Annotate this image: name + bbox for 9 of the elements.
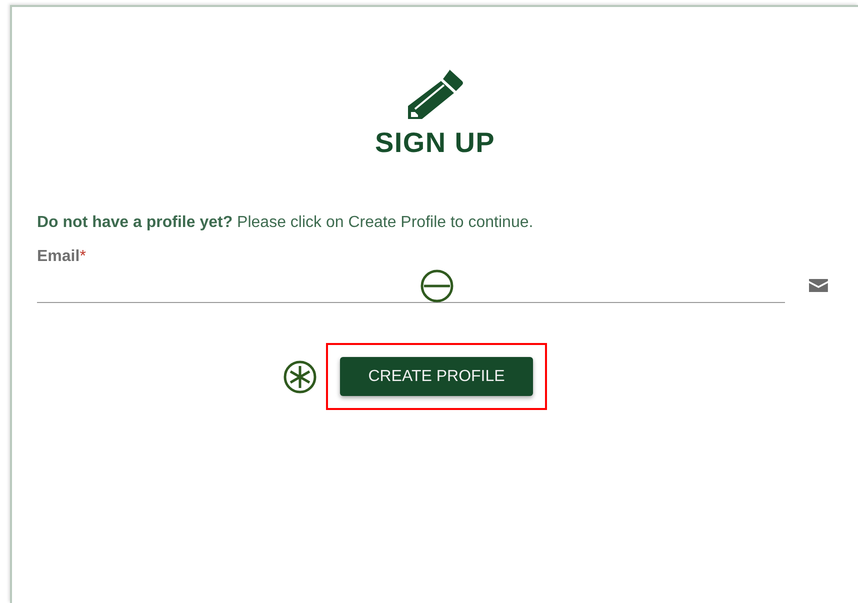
- required-mark: *: [80, 248, 86, 265]
- envelope-icon: [809, 279, 828, 292]
- email-label: Email: [37, 248, 80, 265]
- asterisk-circle-icon: [283, 360, 317, 394]
- create-profile-button[interactable]: CREATE PROFILE: [340, 357, 533, 396]
- minus-circle-icon: [420, 269, 454, 303]
- page-title: SIGN UP: [374, 129, 496, 157]
- intro-text: Do not have a profile yet? Please click on Create Profile to continue.: [37, 213, 534, 233]
- pencil-icon: [406, 69, 464, 119]
